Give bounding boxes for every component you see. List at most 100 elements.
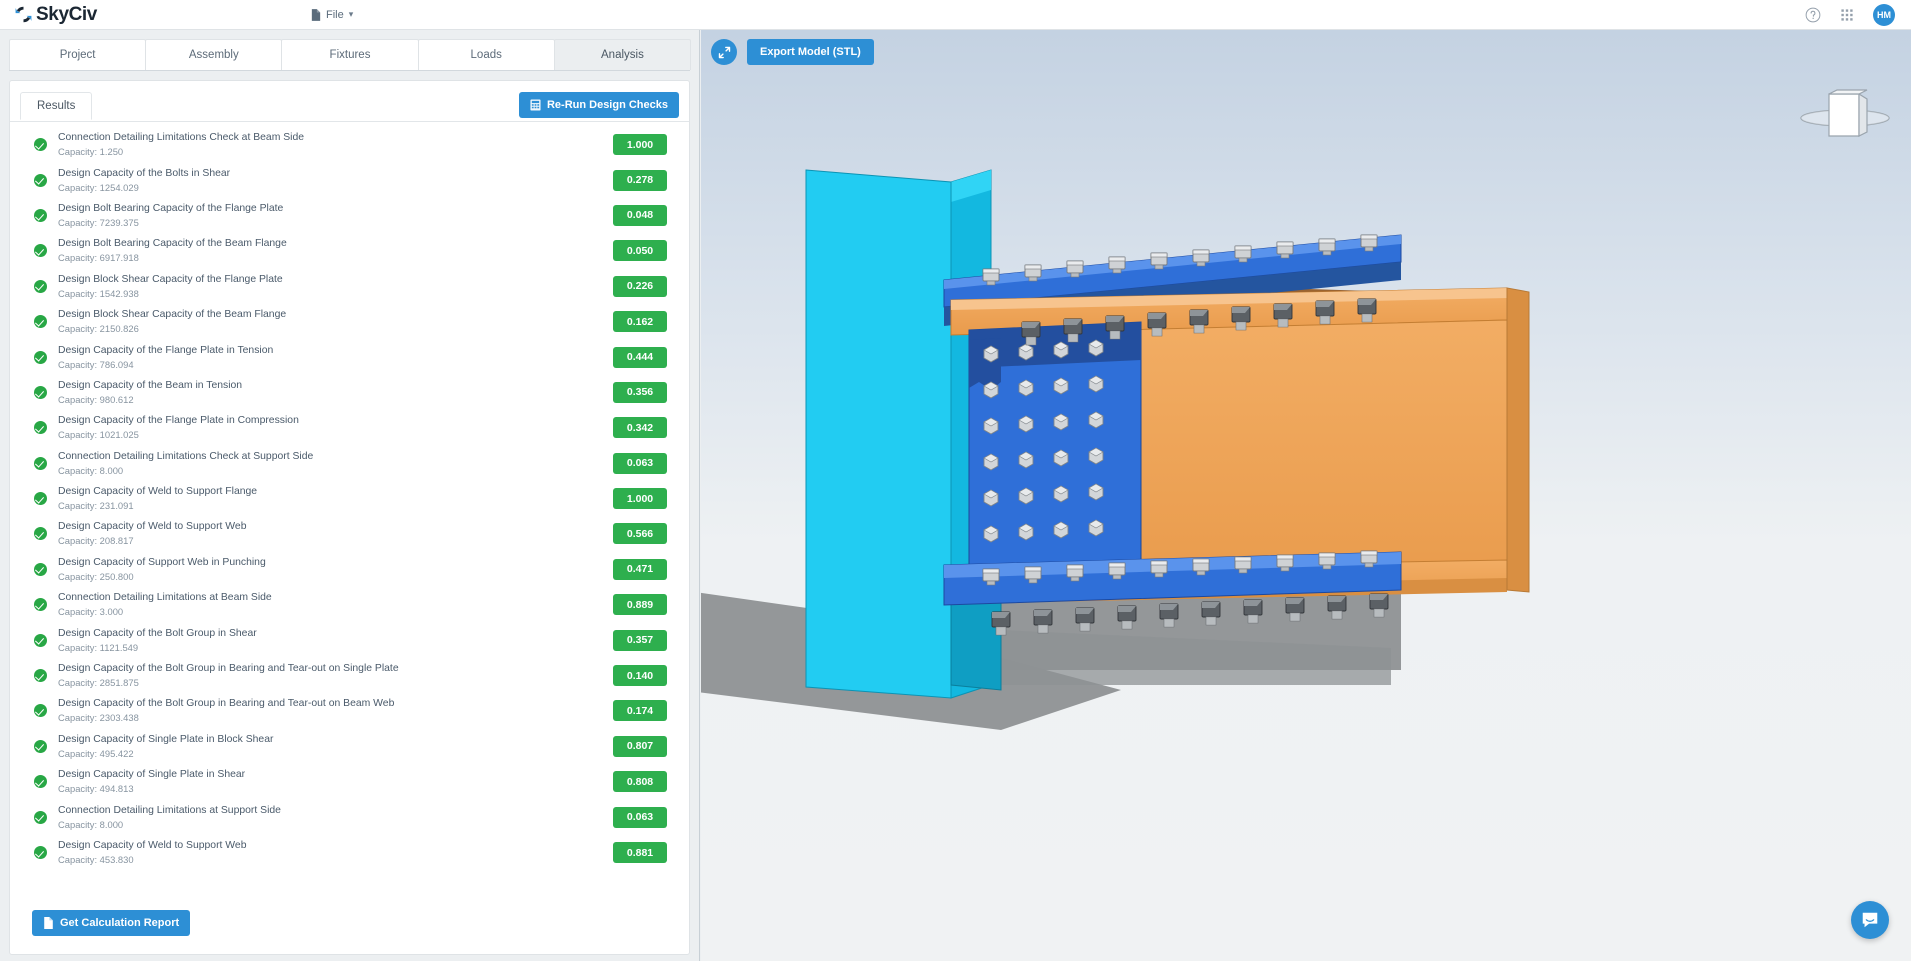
results-card-footer: Get Calculation Report [10,892,689,954]
result-title: Design Block Shear Capacity of the Beam … [58,308,613,321]
result-row[interactable]: Design Capacity of Weld to Support WebCa… [10,835,689,870]
result-ratio-badge: 0.174 [613,700,667,721]
result-title: Connection Detailing Limitations at Beam… [58,591,613,604]
result-capacity: Capacity: 250.800 [58,570,613,583]
result-row[interactable]: Connection Detailing Limitations Check a… [10,446,689,481]
result-title: Design Capacity of Weld to Support Web [58,839,613,852]
result-title: Design Bolt Bearing Capacity of the Flan… [58,202,613,215]
result-title: Design Capacity of Weld to Support Web [58,520,613,533]
check-pass-icon [34,421,47,434]
result-text: Connection Detailing Limitations at Supp… [58,804,613,831]
check-pass-icon [34,634,47,647]
result-title: Connection Detailing Limitations at Supp… [58,804,613,817]
result-title: Design Capacity of Support Web in Punchi… [58,556,613,569]
result-text: Design Capacity of the Bolt Group in She… [58,627,613,654]
result-ratio-badge: 0.226 [613,276,667,297]
result-row[interactable]: Design Capacity of the Bolt Group in She… [10,622,689,657]
result-row[interactable]: Design Capacity of the Flange Plate in T… [10,339,689,374]
view-cube-icon[interactable] [1797,88,1893,144]
help-circle-icon[interactable] [1805,7,1821,23]
result-text: Design Bolt Bearing Capacity of the Beam… [58,237,613,264]
check-pass-icon [34,811,47,824]
result-title: Connection Detailing Limitations Check a… [58,450,613,463]
result-ratio-badge: 0.278 [613,170,667,191]
model-viewport[interactable]: Export Model (STL) [701,30,1911,961]
result-text: Design Capacity of Single Plate in Block… [58,733,613,760]
tab-results[interactable]: Results [20,92,92,120]
result-row[interactable]: Design Capacity of the Bolts in ShearCap… [10,162,689,197]
result-text: Connection Detailing Limitations Check a… [58,450,613,477]
check-pass-icon [34,492,47,505]
result-capacity: Capacity: 1542.938 [58,287,613,300]
check-pass-icon [34,209,47,222]
check-pass-icon [34,704,47,717]
result-text: Design Capacity of the Bolts in ShearCap… [58,167,613,194]
result-ratio-badge: 0.162 [613,311,667,332]
result-title: Connection Detailing Limitations Check a… [58,131,613,144]
result-capacity: Capacity: 495.422 [58,747,613,760]
top-bar: SkyCiv File ▾ HM [0,0,1911,30]
result-capacity: Capacity: 2150.826 [58,322,613,335]
result-text: Design Capacity of the Beam in TensionCa… [58,379,613,406]
tab-loads[interactable]: Loads [418,39,555,70]
result-row[interactable]: Connection Detailing Limitations at Supp… [10,799,689,834]
result-row[interactable]: Design Capacity of the Bolt Group in Bea… [10,693,689,728]
expand-viewport-button[interactable] [711,39,737,65]
result-row[interactable]: Connection Detailing Limitations at Beam… [10,587,689,622]
tab-assembly[interactable]: Assembly [145,39,282,70]
left-panel: Project Assembly FixturesLoadsAnalysis Res… [0,30,700,961]
tab-label: Project [60,49,96,61]
grid-apps-icon[interactable] [1839,7,1855,23]
result-row[interactable]: Connection Detailing Limitations Check a… [10,127,689,162]
results-list[interactable]: Connection Detailing Limitations Check a… [10,123,689,892]
result-capacity: Capacity: 1121.549 [58,641,613,654]
check-pass-icon [34,846,47,859]
check-pass-icon [34,740,47,753]
result-text: Design Capacity of the Flange Plate in T… [58,344,613,371]
result-capacity: Capacity: 7239.375 [58,216,613,229]
result-ratio-badge: 1.000 [613,134,667,155]
chat-support-button[interactable] [1851,901,1889,939]
result-row[interactable]: Design Capacity of Weld to Support Flang… [10,481,689,516]
result-text: Design Bolt Bearing Capacity of the Flan… [58,202,613,229]
brand-logo[interactable]: SkyCiv [14,4,97,26]
result-row[interactable]: Design Capacity of Support Web in Punchi… [10,552,689,587]
result-row[interactable]: Design Capacity of Single Plate in Block… [10,729,689,764]
result-row[interactable]: Design Capacity of the Flange Plate in C… [10,410,689,445]
result-row[interactable]: Design Capacity of Weld to Support WebCa… [10,516,689,551]
result-title: Design Capacity of the Bolt Group in She… [58,627,613,640]
tab-analysis[interactable]: Analysis [554,39,691,70]
main-tabs: Project Assembly FixturesLoadsAnalysis [9,39,690,71]
result-ratio-badge: 1.000 [613,488,667,509]
result-title: Design Capacity of Weld to Support Flang… [58,485,613,498]
tab-project[interactable]: Project [9,39,146,70]
file-menu-label: File [326,9,344,21]
result-row[interactable]: Design Capacity of the Bolt Group in Bea… [10,658,689,693]
result-ratio-badge: 0.063 [613,807,667,828]
report-label: Get Calculation Report [60,917,179,929]
results-card: Results Re-Run Design Checks Connection … [9,80,690,955]
result-capacity: Capacity: 453.830 [58,853,613,866]
result-capacity: Capacity: 3.000 [58,605,613,618]
result-row[interactable]: Design Capacity of Single Plate in Shear… [10,764,689,799]
result-text: Design Capacity of Weld to Support Flang… [58,485,613,512]
get-calculation-report-button[interactable]: Get Calculation Report [32,910,190,936]
result-capacity: Capacity: 786.094 [58,358,613,371]
result-row[interactable]: Design Capacity of the Beam in TensionCa… [10,375,689,410]
result-capacity: Capacity: 6917.918 [58,251,613,264]
check-pass-icon [34,527,47,540]
tab-fixtures[interactable]: Fixtures [281,39,418,70]
result-row[interactable]: Design Block Shear Capacity of the Beam … [10,304,689,339]
result-text: Design Capacity of Weld to Support WebCa… [58,839,613,866]
check-pass-icon [34,775,47,788]
file-menu[interactable]: File ▾ [311,9,353,21]
result-row[interactable]: Design Bolt Bearing Capacity of the Flan… [10,198,689,233]
result-ratio-badge: 0.342 [613,417,667,438]
rerun-design-checks-button[interactable]: Re-Run Design Checks [519,92,679,118]
tab-label: Assembly [189,49,239,61]
export-model-stl-button[interactable]: Export Model (STL) [747,39,874,65]
check-pass-icon [34,386,47,399]
result-row[interactable]: Design Bolt Bearing Capacity of the Beam… [10,233,689,268]
user-avatar[interactable]: HM [1873,4,1895,26]
result-row[interactable]: Design Block Shear Capacity of the Flang… [10,269,689,304]
